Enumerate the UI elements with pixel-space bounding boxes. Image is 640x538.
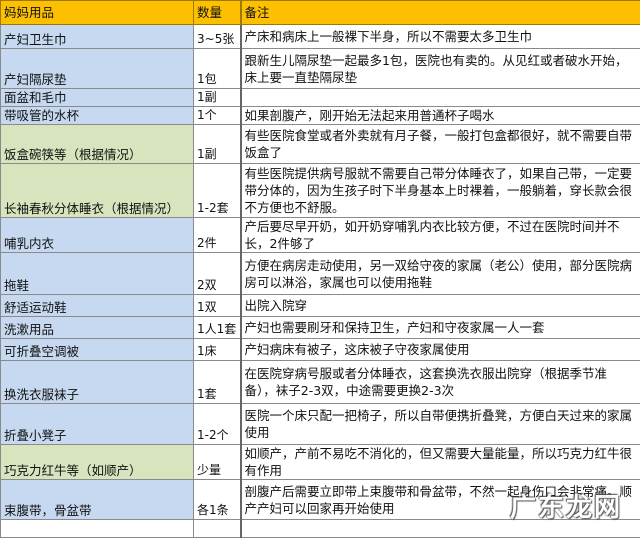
item-cell: 拖鞋 (1, 253, 194, 295)
qty-cell: 1副 (194, 89, 241, 107)
note-cell: 产后要尽早开奶，如开奶穿哺乳内衣比较方便，不过在医院时间并不长，2件够了 (241, 218, 640, 253)
item-cell: 舒适运动鞋 (1, 295, 194, 317)
qty-cell: 1床 (194, 339, 241, 361)
note-cell: 医院一个床只配一把椅子，所以自带便携折叠凳，方便白天过来的家属使用 (241, 404, 640, 445)
table-row: 面盆和毛巾1副 (1, 89, 640, 107)
item-cell: 束腹带，骨盆带 (1, 480, 194, 520)
table-row: 舒适运动鞋1双出院入院穿 (1, 295, 640, 317)
item-cell: 带吸管的水杯 (1, 107, 194, 125)
header-row: 妈妈用品 数量 备注 (1, 1, 640, 25)
item-cell: 巧克力红牛等（如顺产） (1, 445, 194, 480)
qty-cell: 2件 (194, 218, 241, 253)
item-cell: 产妇卫生巾 (1, 25, 194, 49)
table-row: 换洗衣服袜子1套在医院穿病号服或者分体睡衣，这套换洗衣服出院穿（根据季节准备），… (1, 361, 640, 404)
header-item: 妈妈用品 (1, 1, 194, 25)
note-cell: 如果剖腹产，刚开始无法起来用普通杯子喝水 (241, 107, 640, 125)
qty-cell: 1套 (194, 361, 241, 404)
note-cell: 有些医院提供病号服就不需要自己带分体睡衣了，如果自己带，一定要带分体的，因为生孩… (241, 164, 640, 218)
header-qty: 数量 (194, 1, 241, 25)
table-row: 产妇卫生巾3~5张产床和病床上一般裸下半身，所以不需要太多卫生巾 (1, 25, 640, 49)
table-row: 洗漱用品1人1套产妇也需要刷牙和保持卫生，产妇和守夜家属一人一套 (1, 317, 640, 339)
item-cell: 产妇隔尿垫 (1, 49, 194, 89)
table-row: 可折叠空调被1床产妇病床有被子，这床被子守夜家属使用 (1, 339, 640, 361)
qty-cell: 1人1套 (194, 317, 241, 339)
note-cell (241, 89, 640, 107)
table-row: 产妇隔尿垫1包跟新生儿隔尿垫一起最多1包，医院也有卖的。从见红或者破水开始，床上… (1, 49, 640, 89)
item-cell: 饭盒碗筷等（根据情况） (1, 125, 194, 164)
note-cell: 产床和病床上一般裸下半身，所以不需要太多卫生巾 (241, 25, 640, 49)
qty-cell: 各1条 (194, 480, 241, 520)
item-cell: 换洗衣服袜子 (1, 361, 194, 404)
note-cell: 方便在病房走动使用，另一双给守夜的家属（老公）使用，部分医院病房可以淋浴，家属也… (241, 253, 640, 295)
item-cell: 洗漱用品 (1, 317, 194, 339)
item-cell: 哺乳内衣 (1, 218, 194, 253)
watermark-logo: 广东龙网 (510, 487, 622, 524)
table-row: 拖鞋2双方便在病房走动使用，另一双给守夜的家属（老公）使用，部分医院病房可以淋浴… (1, 253, 640, 295)
note-cell: 在医院穿病号服或者分体睡衣，这套换洗衣服出院穿（根据季节准备），袜子2-3双，中… (241, 361, 640, 404)
table-row: 哺乳内衣2件产后要尽早开奶，如开奶穿哺乳内衣比较方便，不过在医院时间并不长，2件… (1, 218, 640, 253)
qty-cell: 1-2套 (194, 164, 241, 218)
qty-cell: 少量 (194, 445, 241, 480)
qty-cell: 1个 (194, 107, 241, 125)
qty-cell: 1双 (194, 295, 241, 317)
note-cell: 有些医院食堂或者外卖就有月子餐，一般打包盒都很好，就不需要自带饭盒了 (241, 125, 640, 164)
item-cell: 折叠小凳子 (1, 404, 194, 445)
qty-cell: 1包 (194, 49, 241, 89)
mom-supplies-table: 妈妈用品 数量 备注 产妇卫生巾3~5张产床和病床上一般裸下半身，所以不需要太多… (0, 0, 640, 538)
item-cell: 面盆和毛巾 (1, 89, 194, 107)
item-cell: 长袖春秋分体睡衣（根据情况） (1, 164, 194, 218)
note-cell: 产妇也需要刷牙和保持卫生，产妇和守夜家属一人一套 (241, 317, 640, 339)
table-row: 折叠小凳子1-2个医院一个床只配一把椅子，所以自带便携折叠凳，方便白天过来的家属… (1, 404, 640, 445)
table-row: 巧克力红牛等（如顺产）少量如顺产，产前不易吃不消化的，但又需要大量能量，所以巧克… (1, 445, 640, 480)
table-row: 饭盒碗筷等（根据情况）1副有些医院食堂或者外卖就有月子餐，一般打包盒都很好，就不… (1, 125, 640, 164)
qty-cell: 1副 (194, 125, 241, 164)
note-cell: 跟新生儿隔尿垫一起最多1包，医院也有卖的。从见红或者破水开始，床上要一直垫隔尿垫 (241, 49, 640, 89)
empty-cell (1, 520, 194, 538)
empty-cell (194, 520, 241, 538)
qty-cell: 2双 (194, 253, 241, 295)
note-cell: 产妇病床有被子，这床被子守夜家属使用 (241, 339, 640, 361)
qty-cell: 3~5张 (194, 25, 241, 49)
table-row: 带吸管的水杯1个如果剖腹产，刚开始无法起来用普通杯子喝水 (1, 107, 640, 125)
note-cell: 出院入院穿 (241, 295, 640, 317)
item-cell: 可折叠空调被 (1, 339, 194, 361)
header-note: 备注 (241, 1, 640, 25)
table-row: 长袖春秋分体睡衣（根据情况）1-2套有些医院提供病号服就不需要自己带分体睡衣了，… (1, 164, 640, 218)
qty-cell: 1-2个 (194, 404, 241, 445)
note-cell: 如顺产，产前不易吃不消化的，但又需要大量能量，所以巧克力红牛很有作用 (241, 445, 640, 480)
